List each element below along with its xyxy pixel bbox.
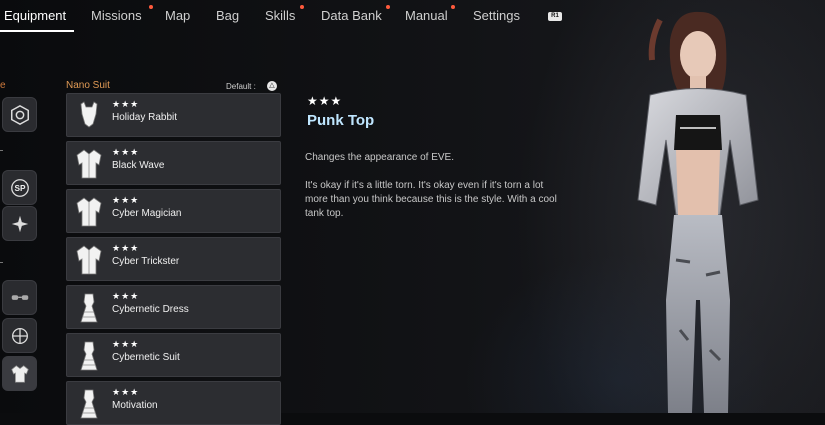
jacket-icon xyxy=(72,195,106,229)
outfit-icon[interactable] xyxy=(2,356,37,391)
list-title: Nano Suit xyxy=(66,80,110,91)
item-name: Cyber Trickster xyxy=(112,256,180,267)
rarity-stars: ★★★ xyxy=(112,99,140,109)
detail-description: Changes the appearance of EVE. xyxy=(305,152,454,163)
exospine-icon[interactable] xyxy=(2,97,37,132)
detail-title: Punk Top xyxy=(307,112,375,129)
tab-equipment[interactable]: Equipment xyxy=(4,8,66,23)
character-preview xyxy=(637,11,759,413)
detail-rarity-stars: ★★★ xyxy=(307,94,343,108)
dress-icon xyxy=(72,387,106,421)
earring-icon[interactable] xyxy=(2,318,37,353)
svg-text:SP: SP xyxy=(14,184,26,193)
notification-dot xyxy=(300,5,304,9)
item-name: Cybernetic Suit xyxy=(112,352,180,363)
jacket-icon xyxy=(72,147,106,181)
tab-bag[interactable]: Bag xyxy=(216,8,239,23)
next-tab-button[interactable]: R1 xyxy=(548,12,562,21)
divider xyxy=(0,150,3,151)
active-tab-underline xyxy=(0,30,74,32)
list-item[interactable]: ★★★ Motivation xyxy=(66,381,281,425)
item-name: Black Wave xyxy=(112,160,165,171)
tab-missions[interactable]: Missions xyxy=(91,8,142,23)
sp-icon[interactable]: SP xyxy=(2,170,37,205)
gear-core-icon[interactable] xyxy=(2,206,37,241)
rarity-stars: ★★★ xyxy=(112,243,140,253)
tab-data-bank[interactable]: Data Bank xyxy=(321,8,382,23)
jacket-icon xyxy=(72,243,106,277)
rarity-stars: ★★★ xyxy=(112,291,140,301)
tab-map[interactable]: Map xyxy=(165,8,190,23)
notification-dot xyxy=(386,5,390,9)
list-item[interactable]: ★★★ Cyber Magician xyxy=(66,189,281,233)
rarity-stars: ★★★ xyxy=(112,339,140,349)
detail-lore: It's okay if it's a little torn. It's ok… xyxy=(305,180,557,219)
rarity-stars: ★★★ xyxy=(112,147,140,157)
bodysuit-icon xyxy=(72,99,106,133)
list-item[interactable]: ★★★ Cybernetic Dress xyxy=(66,285,281,329)
item-name: Cyber Magician xyxy=(112,208,182,219)
item-name: Motivation xyxy=(112,400,158,411)
divider xyxy=(0,262,3,263)
tab-skills[interactable]: Skills xyxy=(265,8,295,23)
rarity-stars: ★★★ xyxy=(112,195,140,205)
list-item[interactable]: ★★★ Cyber Trickster xyxy=(66,237,281,281)
notification-dot xyxy=(451,5,455,9)
hairpin-icon[interactable] xyxy=(2,280,37,315)
list-item[interactable]: ★★★ Cybernetic Suit xyxy=(66,333,281,377)
list-item[interactable]: ★★★ Black Wave xyxy=(66,141,281,185)
tab-manual[interactable]: Manual xyxy=(405,8,448,23)
sort-label: Default : xyxy=(226,82,256,91)
category-label-fragment: e xyxy=(0,80,6,91)
sort-button[interactable]: △ xyxy=(267,81,277,91)
dress-icon xyxy=(72,339,106,373)
dress-icon xyxy=(72,291,106,325)
notification-dot xyxy=(149,5,153,9)
list-item[interactable]: ★★★ Holiday Rabbit xyxy=(66,93,281,137)
tab-settings[interactable]: Settings xyxy=(473,8,520,23)
item-name: Holiday Rabbit xyxy=(112,112,178,123)
item-name: Cybernetic Dress xyxy=(112,304,189,315)
rarity-stars: ★★★ xyxy=(112,387,140,397)
